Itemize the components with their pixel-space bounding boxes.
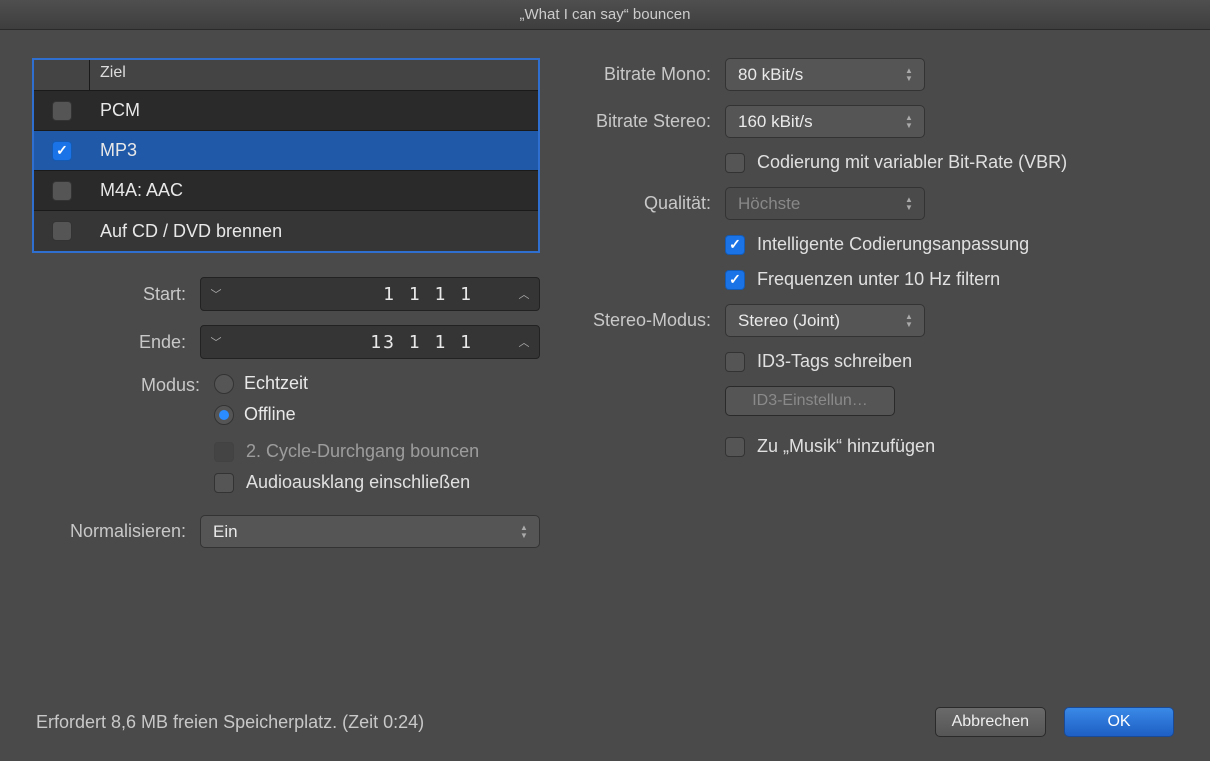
end-stepper[interactable]: ﹀ 13 1 1 1 ︿ (200, 325, 540, 359)
modus-offline-radio[interactable] (214, 405, 234, 425)
id3-settings-button: ID3-Einstellun… (725, 386, 895, 416)
quality-select: Höchste ▲▼ (725, 187, 925, 220)
start-increment-icon[interactable]: ︿ (509, 278, 539, 310)
smart-encode-label: Intelligente Codierungsanpassung (757, 234, 1029, 255)
audiotail-option[interactable]: Audioausklang einschließen (214, 472, 540, 493)
chevron-updown-icon: ▲▼ (517, 520, 531, 543)
cycle2-label: 2. Cycle-Durchgang bouncen (246, 441, 479, 462)
filter-10hz-option[interactable]: Frequenzen unter 10 Hz filtern (725, 269, 1000, 290)
cycle2-checkbox (214, 442, 234, 462)
destination-header-label: Ziel (90, 60, 538, 90)
cycle2-option: 2. Cycle-Durchgang bouncen (214, 441, 540, 462)
id3-write-label: ID3-Tags schreiben (757, 351, 912, 372)
id3-write-option[interactable]: ID3-Tags schreiben (725, 351, 912, 372)
destination-checkbox-m4a[interactable] (52, 181, 72, 201)
bitrate-stereo-value: 160 kBit/s (738, 112, 813, 132)
id3-write-checkbox[interactable] (725, 352, 745, 372)
window-title: „What I can say“ bouncen (520, 6, 691, 23)
vbr-option[interactable]: Codierung mit variabler Bit-Rate (VBR) (725, 152, 1067, 173)
destination-label-m4a: M4A: AAC (90, 180, 538, 201)
destination-label-mp3: MP3 (90, 140, 538, 161)
end-increment-icon[interactable]: ︿ (509, 326, 539, 358)
status-text: Erfordert 8,6 MB freien Speicherplatz. (… (36, 712, 424, 733)
bitrate-mono-value: 80 kBit/s (738, 65, 803, 85)
normalize-value: Ein (213, 522, 238, 542)
destination-checkbox-mp3[interactable] (52, 141, 72, 161)
destination-checkbox-cddvd[interactable] (52, 221, 72, 241)
modus-realtime-label: Echtzeit (244, 373, 308, 394)
bitrate-mono-label: Bitrate Mono: (560, 64, 725, 85)
modus-label: Modus: (32, 373, 214, 396)
chevron-updown-icon: ▲▼ (902, 63, 916, 86)
modus-realtime-option[interactable]: Echtzeit (214, 373, 540, 394)
stereo-mode-select[interactable]: Stereo (Joint) ▲▼ (725, 304, 925, 337)
destination-row-cddvd[interactable]: Auf CD / DVD brennen (34, 211, 538, 251)
window-titlebar: „What I can say“ bouncen (0, 0, 1210, 30)
add-to-music-option[interactable]: Zu „Musik“ hinzufügen (725, 436, 935, 457)
add-to-music-label: Zu „Musik“ hinzufügen (757, 436, 935, 457)
audiotail-checkbox[interactable] (214, 473, 234, 493)
filter-10hz-checkbox[interactable] (725, 270, 745, 290)
start-decrement-icon[interactable]: ﹀ (201, 278, 231, 310)
modus-offline-label: Offline (244, 404, 296, 425)
destination-row-pcm[interactable]: PCM (34, 91, 538, 131)
quality-value: Höchste (738, 194, 800, 214)
audiotail-label: Audioausklang einschließen (246, 472, 470, 493)
smart-encode-checkbox[interactable] (725, 235, 745, 255)
modus-offline-option[interactable]: Offline (214, 404, 540, 425)
destination-label-cddvd: Auf CD / DVD brennen (90, 221, 538, 242)
modus-radio-group: Echtzeit Offline 2. Cycle-Durchgang boun… (214, 373, 540, 493)
stereo-mode-value: Stereo (Joint) (738, 311, 840, 331)
smart-encode-option[interactable]: Intelligente Codierungsanpassung (725, 234, 1029, 255)
modus-realtime-radio[interactable] (214, 374, 234, 394)
stereo-mode-label: Stereo-Modus: (560, 310, 725, 331)
start-label: Start: (32, 284, 200, 305)
ok-button[interactable]: OK (1064, 707, 1174, 737)
bitrate-stereo-select[interactable]: 160 kBit/s ▲▼ (725, 105, 925, 138)
end-decrement-icon[interactable]: ﹀ (201, 326, 231, 358)
chevron-updown-icon: ▲▼ (902, 309, 916, 332)
quality-label: Qualität: (560, 193, 725, 214)
bitrate-mono-select[interactable]: 80 kBit/s ▲▼ (725, 58, 925, 91)
destination-checkbox-pcm[interactable] (52, 101, 72, 121)
start-value[interactable]: 1 1 1 1 (231, 284, 509, 305)
destination-label-pcm: PCM (90, 100, 538, 121)
add-to-music-checkbox[interactable] (725, 437, 745, 457)
normalize-label: Normalisieren: (32, 521, 200, 542)
destination-header: Ziel (34, 60, 538, 91)
destination-row-mp3[interactable]: MP3 (34, 131, 538, 171)
destination-row-m4a[interactable]: M4A: AAC (34, 171, 538, 211)
destination-table: Ziel PCM MP3 M4A: AAC Auf CD / DVD brenn… (32, 58, 540, 253)
bitrate-stereo-label: Bitrate Stereo: (560, 111, 725, 132)
start-stepper[interactable]: ﹀ 1 1 1 1 ︿ (200, 277, 540, 311)
normalize-select[interactable]: Ein ▲▼ (200, 515, 540, 548)
chevron-updown-icon: ▲▼ (902, 110, 916, 133)
filter-10hz-label: Frequenzen unter 10 Hz filtern (757, 269, 1000, 290)
end-label: Ende: (32, 332, 200, 353)
cancel-button[interactable]: Abbrechen (935, 707, 1046, 737)
vbr-label: Codierung mit variabler Bit-Rate (VBR) (757, 152, 1067, 173)
vbr-checkbox[interactable] (725, 153, 745, 173)
end-value[interactable]: 13 1 1 1 (231, 332, 509, 353)
chevron-updown-icon: ▲▼ (902, 192, 916, 215)
